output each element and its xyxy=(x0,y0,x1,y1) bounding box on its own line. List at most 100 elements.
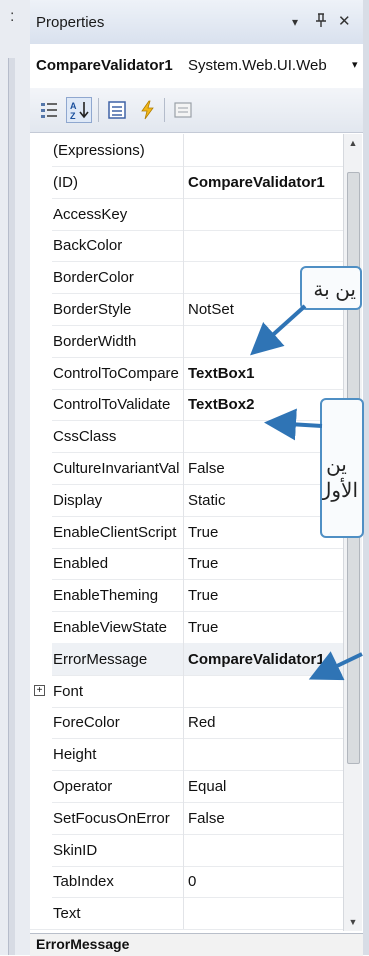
column-divider xyxy=(183,579,184,612)
callout-text: ين الأول xyxy=(320,454,358,502)
row-margin: + xyxy=(30,674,52,707)
property-value[interactable]: TextBox1 xyxy=(188,365,338,382)
expand-icon[interactable]: + xyxy=(34,684,45,696)
property-name: SkinID xyxy=(53,841,98,859)
categorized-icon xyxy=(41,103,57,118)
column-divider xyxy=(183,738,184,771)
column-divider xyxy=(183,865,184,898)
property-name: (Expressions) xyxy=(53,142,145,159)
property-value[interactable]: True xyxy=(188,555,338,572)
property-value[interactable]: CompareValidator1 xyxy=(188,174,338,191)
property-name: TabIndex xyxy=(53,873,114,891)
property-row[interactable]: CssClass xyxy=(30,420,343,454)
property-row[interactable]: EnableViewState True xyxy=(30,611,343,644)
property-value[interactable]: 0 xyxy=(188,873,338,890)
property-name: Enabled xyxy=(53,555,109,573)
column-divider xyxy=(183,197,184,230)
properties-titlebar: Properties ▾ ✕ xyxy=(30,0,363,45)
left-gutter: : xyxy=(0,0,31,955)
scroll-up-icon[interactable]: ▲ xyxy=(344,134,362,152)
row-margin xyxy=(30,165,52,198)
property-row[interactable]: Height xyxy=(30,738,343,772)
property-row[interactable]: ErrorMessage CompareValidator1 xyxy=(30,642,343,676)
column-divider xyxy=(183,483,184,516)
property-row[interactable]: AccessKey xyxy=(30,197,343,231)
property-value[interactable]: TextBox2 xyxy=(188,396,338,413)
properties-panel: Properties ▾ ✕ CompareValidator1 System.… xyxy=(30,0,364,956)
row-margin xyxy=(30,324,52,357)
column-divider xyxy=(183,229,184,262)
property-row[interactable]: SkinID xyxy=(30,833,343,867)
row-margin xyxy=(30,579,52,612)
object-selector[interactable]: CompareValidator1 System.Web.UI.Web ▾ xyxy=(30,44,363,89)
row-margin xyxy=(30,770,52,802)
property-row[interactable]: Display Static xyxy=(30,483,343,517)
property-value[interactable]: Equal xyxy=(188,778,338,795)
property-value[interactable]: False xyxy=(188,810,338,827)
alphabetical-button[interactable]: A Z xyxy=(66,97,92,123)
column-divider xyxy=(183,801,184,834)
row-margin xyxy=(30,642,52,675)
properties-button[interactable] xyxy=(104,97,130,123)
selected-object-name: CompareValidator1 xyxy=(36,57,173,74)
row-margin xyxy=(30,356,52,389)
column-divider xyxy=(183,356,184,389)
properties-toolbar: A Z xyxy=(30,88,363,133)
column-divider xyxy=(183,642,184,675)
panel-title: Properties xyxy=(36,14,105,31)
property-value[interactable]: True xyxy=(188,524,338,541)
property-name: Operator xyxy=(53,778,113,795)
column-divider xyxy=(183,134,184,166)
property-row[interactable]: EnableClientScript True xyxy=(30,515,343,549)
row-margin xyxy=(30,706,52,739)
property-row[interactable]: + Font xyxy=(30,674,343,708)
property-row[interactable]: BorderColor xyxy=(30,261,343,295)
row-margin xyxy=(30,515,52,548)
property-row[interactable]: ForeColor Red xyxy=(30,706,343,740)
property-row[interactable]: Operator Equal xyxy=(30,770,343,803)
property-value[interactable]: False xyxy=(188,460,338,477)
column-divider xyxy=(183,293,184,325)
property-row[interactable]: (Expressions) xyxy=(30,134,343,167)
gutter-glyph: : xyxy=(10,8,15,25)
close-icon[interactable]: ✕ xyxy=(338,12,351,30)
property-row[interactable]: ControlToValidate TextBox2 xyxy=(30,388,343,422)
property-row[interactable]: TabIndex 0 xyxy=(30,865,343,899)
property-name: ControlToCompare xyxy=(53,364,179,382)
row-margin xyxy=(30,229,52,262)
property-row[interactable]: BackColor xyxy=(30,229,343,263)
categorized-button[interactable] xyxy=(36,97,62,123)
description-pane: ErrorMessage xyxy=(30,933,363,956)
column-divider xyxy=(183,897,184,930)
property-value[interactable]: True xyxy=(188,587,338,604)
column-divider xyxy=(183,706,184,739)
events-button[interactable] xyxy=(134,97,160,123)
chevron-down-icon[interactable]: ▾ xyxy=(352,58,358,71)
property-row[interactable]: EnableTheming True xyxy=(30,579,343,613)
property-row[interactable]: BorderStyle NotSet xyxy=(30,293,343,326)
pin-icon[interactable] xyxy=(314,12,328,32)
property-row[interactable]: Text xyxy=(30,897,343,931)
property-name: CssClass xyxy=(53,428,117,446)
property-row[interactable]: Enabled True xyxy=(30,547,343,581)
row-margin xyxy=(30,293,52,325)
property-pages-button[interactable] xyxy=(170,97,196,123)
row-margin xyxy=(30,452,52,484)
column-divider xyxy=(183,770,184,802)
property-row[interactable]: (ID) CompareValidator1 xyxy=(30,165,343,199)
scroll-down-icon[interactable]: ▼ xyxy=(344,913,362,931)
row-margin xyxy=(30,738,52,771)
property-row[interactable]: ControlToCompare TextBox1 xyxy=(30,356,343,390)
property-value[interactable]: CompareValidator1 xyxy=(188,651,338,668)
property-value[interactable]: Red xyxy=(188,714,338,731)
property-value[interactable]: Static xyxy=(188,492,338,509)
callout-annotation: ين الأول xyxy=(320,398,364,538)
window-menu-icon[interactable]: ▾ xyxy=(292,15,298,29)
svg-text:Z: Z xyxy=(70,111,76,121)
property-row[interactable]: BorderWidth xyxy=(30,324,343,358)
property-value[interactable]: True xyxy=(188,619,338,636)
property-name: EnableViewState xyxy=(53,619,167,636)
property-name: ForeColor xyxy=(53,714,120,732)
property-row[interactable]: CultureInvariantValues False xyxy=(30,452,343,485)
property-row[interactable]: SetFocusOnError False xyxy=(30,801,343,835)
